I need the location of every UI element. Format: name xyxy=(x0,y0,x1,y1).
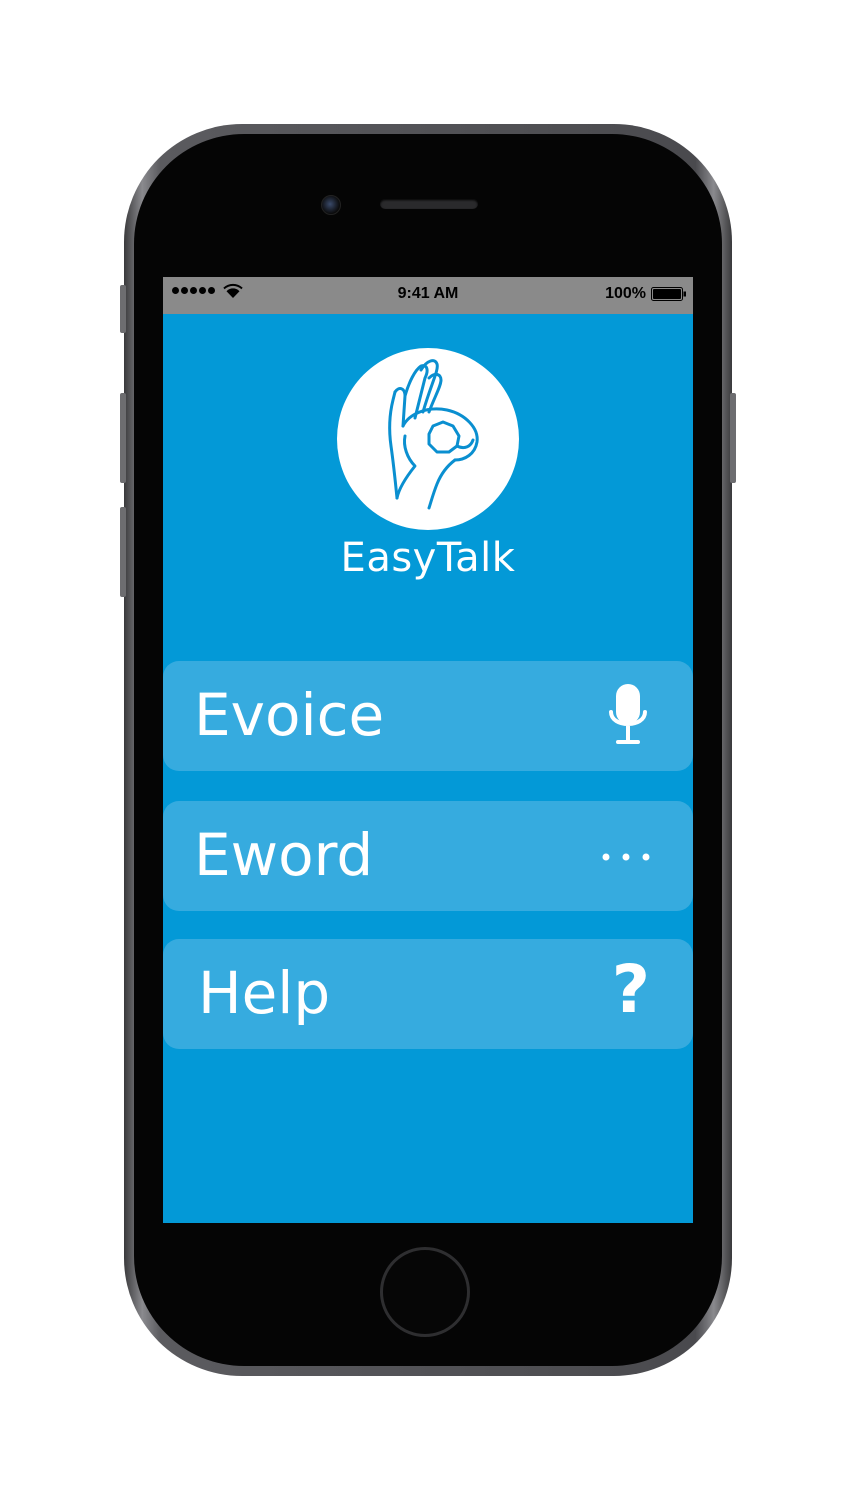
ok-hand-gesture-icon xyxy=(388,359,479,510)
stage: 9:41 AM 100% EasyTalk Evoice Eword Help … xyxy=(0,0,856,1500)
microphone-icon xyxy=(609,684,647,744)
app-screen: 9:41 AM 100% EasyTalk Evoice Eword Help … xyxy=(163,277,693,1223)
battery-percentage: 100% xyxy=(605,285,646,302)
earpiece-speaker xyxy=(380,199,478,209)
help-label: Help xyxy=(198,959,331,1027)
home-button[interactable] xyxy=(380,1247,470,1337)
mute-switch xyxy=(120,285,126,333)
eword-button[interactable]: Eword xyxy=(163,801,693,911)
evoice-button[interactable]: Evoice xyxy=(163,661,693,771)
app-logo xyxy=(337,348,519,530)
power-button xyxy=(730,393,736,483)
app-title: EasyTalk xyxy=(340,535,516,581)
question-mark-icon: ? xyxy=(611,951,650,1028)
more-dots-icon xyxy=(602,853,650,861)
help-button[interactable]: Help ? xyxy=(163,939,693,1049)
evoice-label: Evoice xyxy=(194,681,385,749)
front-camera xyxy=(321,195,341,215)
volume-up-button xyxy=(120,393,126,483)
volume-down-button xyxy=(120,507,126,597)
status-bar: 9:41 AM 100% xyxy=(163,277,693,314)
battery-full-icon xyxy=(651,287,686,301)
eword-label: Eword xyxy=(194,821,374,889)
